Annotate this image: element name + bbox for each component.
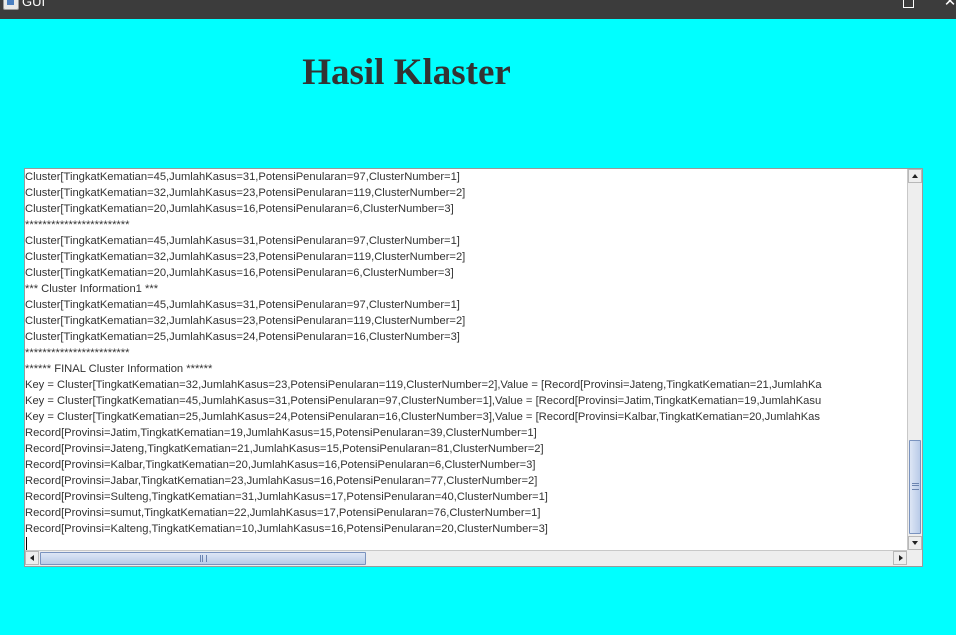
output-line: Key = Cluster[TingkatKematian=45,JumlahK… bbox=[25, 395, 822, 407]
output-line: ************************ bbox=[25, 347, 130, 359]
close-button[interactable]: ✕ bbox=[930, 0, 956, 12]
output-line: Cluster[TingkatKematian=20,JumlahKasus=1… bbox=[25, 203, 454, 215]
scroll-left-button[interactable] bbox=[25, 551, 39, 565]
scrollbar-corner bbox=[907, 550, 922, 566]
output-line: Cluster[TingkatKematian=45,JumlahKasus=3… bbox=[25, 235, 460, 247]
arrow-up-icon bbox=[912, 174, 918, 178]
output-line: Record[Provinsi=Jateng,TingkatKematian=2… bbox=[25, 443, 544, 455]
maximize-icon bbox=[902, 0, 914, 8]
arrow-down-icon bbox=[912, 541, 918, 545]
output-line: Record[Provinsi=Jabar,TingkatKematian=23… bbox=[25, 475, 538, 487]
output-line: Record[Provinsi=sumut,TingkatKematian=22… bbox=[25, 507, 541, 519]
output-line: Key = Cluster[TingkatKematian=25,JumlahK… bbox=[25, 411, 820, 423]
grip-icon bbox=[912, 483, 919, 490]
output-line: Record[Provinsi=Jatim,TingkatKematian=19… bbox=[25, 427, 537, 439]
window-title: GUI bbox=[22, 0, 46, 9]
scroll-down-button[interactable] bbox=[908, 536, 922, 550]
horizontal-scrollbar[interactable] bbox=[25, 550, 907, 566]
maximize-button[interactable] bbox=[888, 0, 928, 12]
minimize-button[interactable] bbox=[842, 0, 882, 12]
output-line: Cluster[TingkatKematian=32,JumlahKasus=2… bbox=[25, 251, 466, 263]
horizontal-scroll-thumb[interactable] bbox=[40, 552, 366, 565]
output-line: Record[Provinsi=Kalteng,TingkatKematian=… bbox=[25, 523, 548, 535]
java-app-icon bbox=[3, 0, 19, 10]
output-line: Record[Provinsi=Sulteng,TingkatKematian=… bbox=[25, 491, 548, 503]
output-line: Cluster[TingkatKematian=25,JumlahKasus=2… bbox=[25, 331, 460, 343]
output-line: Cluster[TingkatKematian=32,JumlahKasus=2… bbox=[25, 187, 466, 199]
page-title: Hasil Klaster bbox=[302, 52, 511, 93]
output-line: Record[Provinsi=Kalbar,TingkatKematian=2… bbox=[25, 459, 536, 471]
output-line: Cluster[TingkatKematian=45,JumlahKasus=3… bbox=[25, 299, 460, 311]
output-line: Cluster[TingkatKematian=45,JumlahKasus=3… bbox=[25, 171, 460, 183]
grip-icon bbox=[200, 555, 207, 562]
vertical-scroll-thumb[interactable] bbox=[909, 440, 921, 534]
arrow-right-icon bbox=[899, 555, 903, 561]
text-caret bbox=[26, 537, 27, 550]
close-icon: ✕ bbox=[943, 0, 956, 10]
vertical-scrollbar[interactable] bbox=[907, 169, 922, 550]
output-line: Key = Cluster[TingkatKematian=32,JumlahK… bbox=[25, 379, 822, 391]
window-titlebar[interactable]: GUI ✕ bbox=[0, 0, 956, 19]
output-scroll-pane[interactable]: Cluster[TingkatKematian=45,JumlahKasus=3… bbox=[24, 168, 923, 567]
output-line: ************************ bbox=[25, 219, 130, 231]
output-text-area[interactable]: Cluster[TingkatKematian=45,JumlahKasus=3… bbox=[25, 169, 907, 550]
scroll-right-button[interactable] bbox=[893, 551, 907, 565]
output-line: Cluster[TingkatKematian=20,JumlahKasus=1… bbox=[25, 267, 454, 279]
scroll-up-button[interactable] bbox=[908, 169, 922, 183]
output-line: *** Cluster Information1 *** bbox=[25, 283, 159, 295]
output-lines: Cluster[TingkatKematian=45,JumlahKasus=3… bbox=[25, 169, 822, 537]
arrow-left-icon bbox=[30, 555, 34, 561]
output-line: Cluster[TingkatKematian=32,JumlahKasus=2… bbox=[25, 315, 466, 327]
output-line: ****** FINAL Cluster Information ****** bbox=[25, 363, 213, 375]
